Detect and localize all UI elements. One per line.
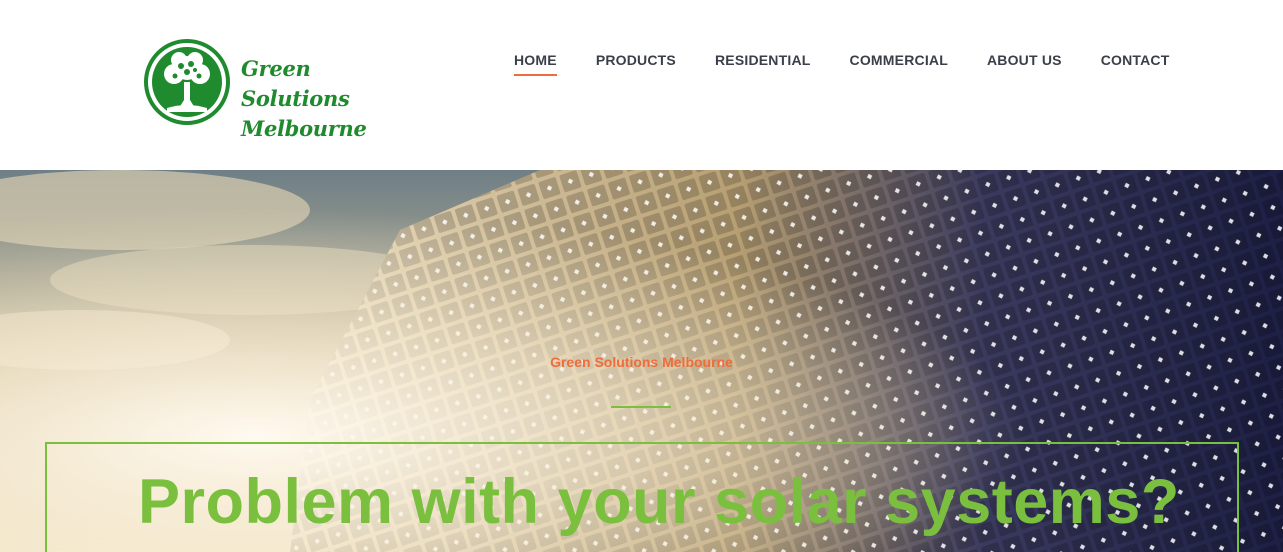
tree-logo-icon (144, 39, 230, 125)
brand-name: Green Solutions Melbourne (241, 54, 403, 144)
nav-item-home[interactable]: HOME (514, 52, 557, 76)
brand-name-line2: Melbourne (241, 116, 367, 141)
brand-name-line1: Green Solutions (241, 56, 350, 111)
hero-eyebrow: Green Solutions Melbourne (550, 354, 733, 370)
hero-divider (611, 406, 671, 408)
main-nav: HOME PRODUCTS RESIDENTIAL COMMERCIAL ABO… (514, 52, 1208, 76)
nav-item-commercial[interactable]: COMMERCIAL (850, 52, 948, 76)
nav-item-about-us[interactable]: ABOUT US (987, 52, 1062, 76)
brand-logo[interactable]: Green Solutions Melbourne (143, 38, 403, 141)
site-header: Green Solutions Melbourne HOME PRODUCTS … (0, 0, 1283, 170)
nav-item-contact[interactable]: CONTACT (1101, 52, 1170, 76)
hero-banner: Green Solutions Melbourne Problem with y… (0, 170, 1283, 552)
hero-headline: Problem with your solar systems? (138, 467, 1180, 537)
nav-item-products[interactable]: PRODUCTS (596, 52, 676, 76)
nav-item-residential[interactable]: RESIDENTIAL (715, 52, 811, 76)
